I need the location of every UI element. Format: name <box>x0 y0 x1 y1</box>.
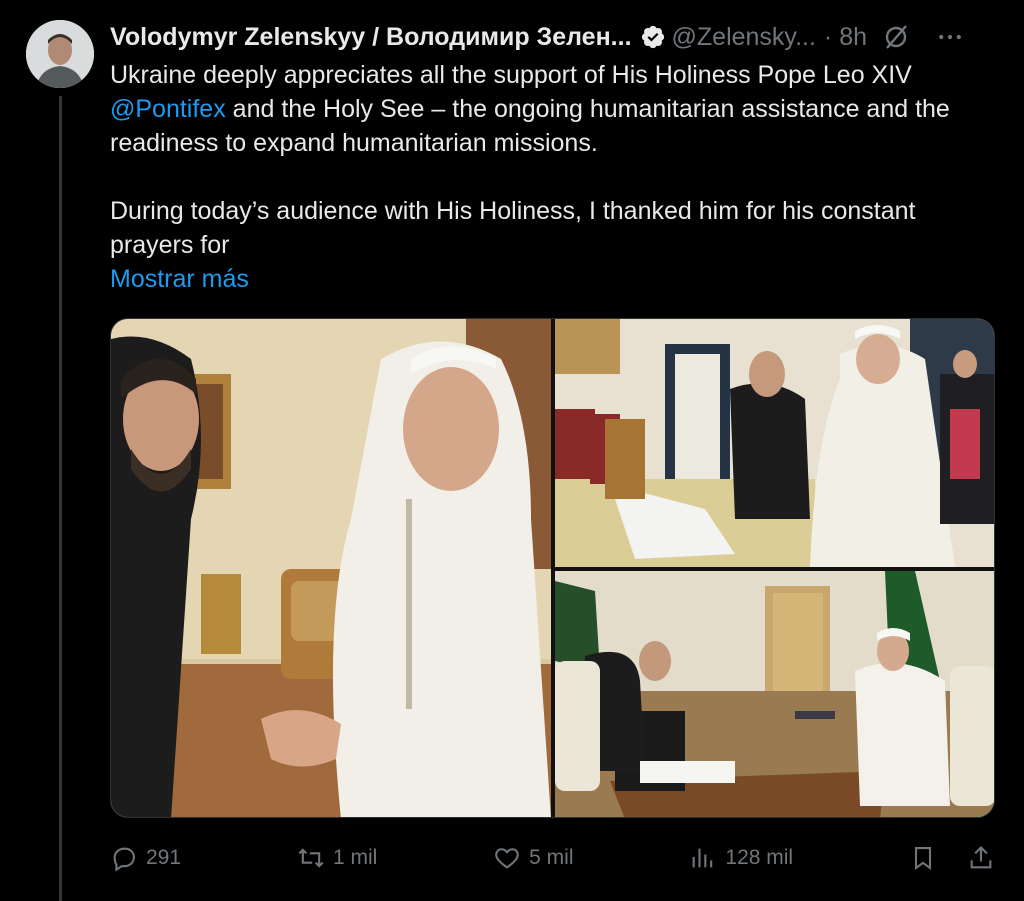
tweet-paragraph-1: Ukraine deeply appreciates all the suppo… <box>110 58 1000 160</box>
tweet-paragraph-2: During today’s audience with His Holines… <box>110 197 916 259</box>
verified-icon <box>640 24 666 50</box>
show-more-link[interactable]: Mostrar más <box>110 262 249 296</box>
views-count: 128 mil <box>725 846 794 869</box>
views-button[interactable]: 128 mil <box>689 844 793 872</box>
repost-icon <box>298 848 324 868</box>
avatar[interactable] <box>26 20 94 88</box>
photo-handshake[interactable] <box>111 319 551 817</box>
reply-button[interactable]: 291 <box>110 844 181 872</box>
handle[interactable]: @Zelensky... <box>672 23 816 52</box>
like-button[interactable]: 5 mil <box>493 844 574 872</box>
share-button[interactable] <box>967 844 995 872</box>
photo-meeting-standing[interactable] <box>555 319 994 567</box>
right-actions <box>909 844 995 872</box>
reply-icon <box>113 847 135 872</box>
grok-icon[interactable] <box>881 22 911 52</box>
reply-count: 291 <box>146 846 182 869</box>
bookmark-button[interactable] <box>909 844 937 872</box>
repost-button[interactable]: 1 mil <box>297 844 377 872</box>
like-count: 5 mil <box>529 846 574 869</box>
action-bar: 291 1 mil 5 mil 128 mil <box>110 838 995 878</box>
like-icon <box>495 848 519 869</box>
avatar-image <box>26 20 94 88</box>
tweet-header: Volodymyr Zelenskyy / Володимир Зелен...… <box>110 20 1010 54</box>
media-grid <box>110 318 995 818</box>
repost-count: 1 mil <box>332 846 378 869</box>
display-name[interactable]: Volodymyr Zelenskyy / Володимир Зелен... <box>110 23 632 52</box>
views-icon <box>693 848 713 868</box>
tweet-text: Ukraine deeply appreciates all the suppo… <box>110 58 1000 296</box>
tweet-text-segment: and the Holy See – the ongoing humanitar… <box>110 95 950 157</box>
mention-link[interactable]: @Pontifex <box>110 95 226 123</box>
more-icon[interactable] <box>935 22 965 52</box>
timestamp[interactable]: · 8h <box>824 23 867 52</box>
tweet-text-segment: Ukraine deeply appreciates all the suppo… <box>110 61 912 89</box>
thread-line <box>59 96 62 901</box>
bookmark-icon <box>914 847 932 870</box>
share-icon <box>970 846 992 869</box>
photo-meeting-seated[interactable] <box>555 571 994 817</box>
